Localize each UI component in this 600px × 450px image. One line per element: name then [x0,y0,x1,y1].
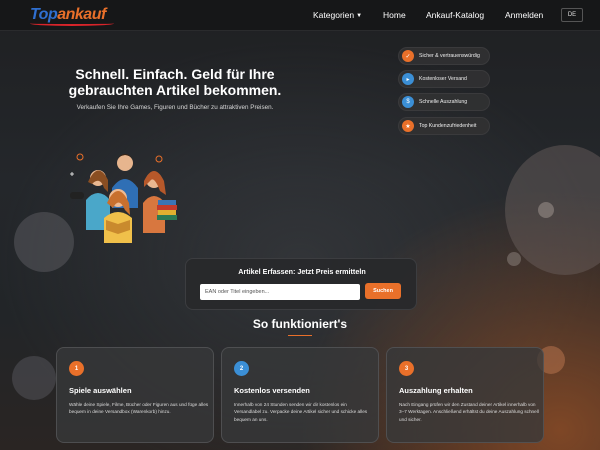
logo-swoosh [30,21,114,26]
step-card-2: 2 Kostenlos versenden Innerhalb von 24 S… [221,347,379,443]
hero-title: Schnell. Einfach. Geld für Ihre gebrauch… [68,66,282,98]
hero-illustration [70,153,177,243]
feature-badge-secure: ✓ Sicher & vertrauenswürdig [398,47,490,65]
site-logo[interactable]: Topankauf [30,4,114,26]
decor-bubble [507,252,521,266]
coins-icon: $ [402,96,414,108]
step-title: Auszahlung erhalten [399,386,473,395]
thumbs-up-icon: ★ [402,120,414,132]
search-card-title: Artikel Erfassen: Jetzt Preis ermitteln [238,267,366,276]
step-title: Spiele auswählen [69,386,132,395]
search-button[interactable]: Suchen [365,283,401,299]
decor-bubble [12,356,56,400]
nav-categories-dropdown[interactable]: Kategorien ▼ [313,10,362,20]
section-title-how-it-works: So funktioniert's [252,317,348,331]
step-card-1: 1 Spiele auswählen Wähle deine Spiele, F… [56,347,214,443]
truck-icon: ▸ [402,73,414,85]
section-title-underline [288,335,312,336]
language-selector[interactable]: DE [561,8,583,22]
step-description: Nach Eingang prüfen wir den Zustand dein… [399,402,539,422]
step-card-3: 3 Auszahlung erhalten Nach Eingang prüfe… [386,347,544,443]
nav-catalog-link[interactable]: Ankauf-Katalog [426,10,484,20]
step-description: Wähle deine Spiele, Filme, Bücher oder F… [69,402,209,415]
feature-badge-payout: $ Schnelle Auszahlung [398,93,490,111]
chevron-down-icon: ▼ [356,13,363,19]
top-navbar: Topankauf Kategorien ▼ Home Ankauf-Katalo… [0,0,600,31]
shield-icon: ✓ [402,50,414,62]
step-number-badge: 2 [234,361,249,376]
nav-login-link[interactable]: Anmelden [505,10,543,20]
feature-badge-shipping: ▸ Kostenloser Versand [398,70,490,88]
step-number-badge: 3 [399,361,414,376]
search-input[interactable] [200,284,360,300]
hero-subtitle: Verkaufen Sie Ihre Games, Figuren und Bü… [76,104,274,111]
step-description: Innerhalb von 24 Stunden senden wir dir … [234,402,368,422]
decor-bubble [538,202,554,218]
feature-badge-satisfaction: ★ Top Kundenzufriedenheit [398,117,490,135]
step-title: Kostenlos versenden [234,386,310,395]
nav-home-link[interactable]: Home [383,10,406,20]
step-number-badge: 1 [69,361,84,376]
